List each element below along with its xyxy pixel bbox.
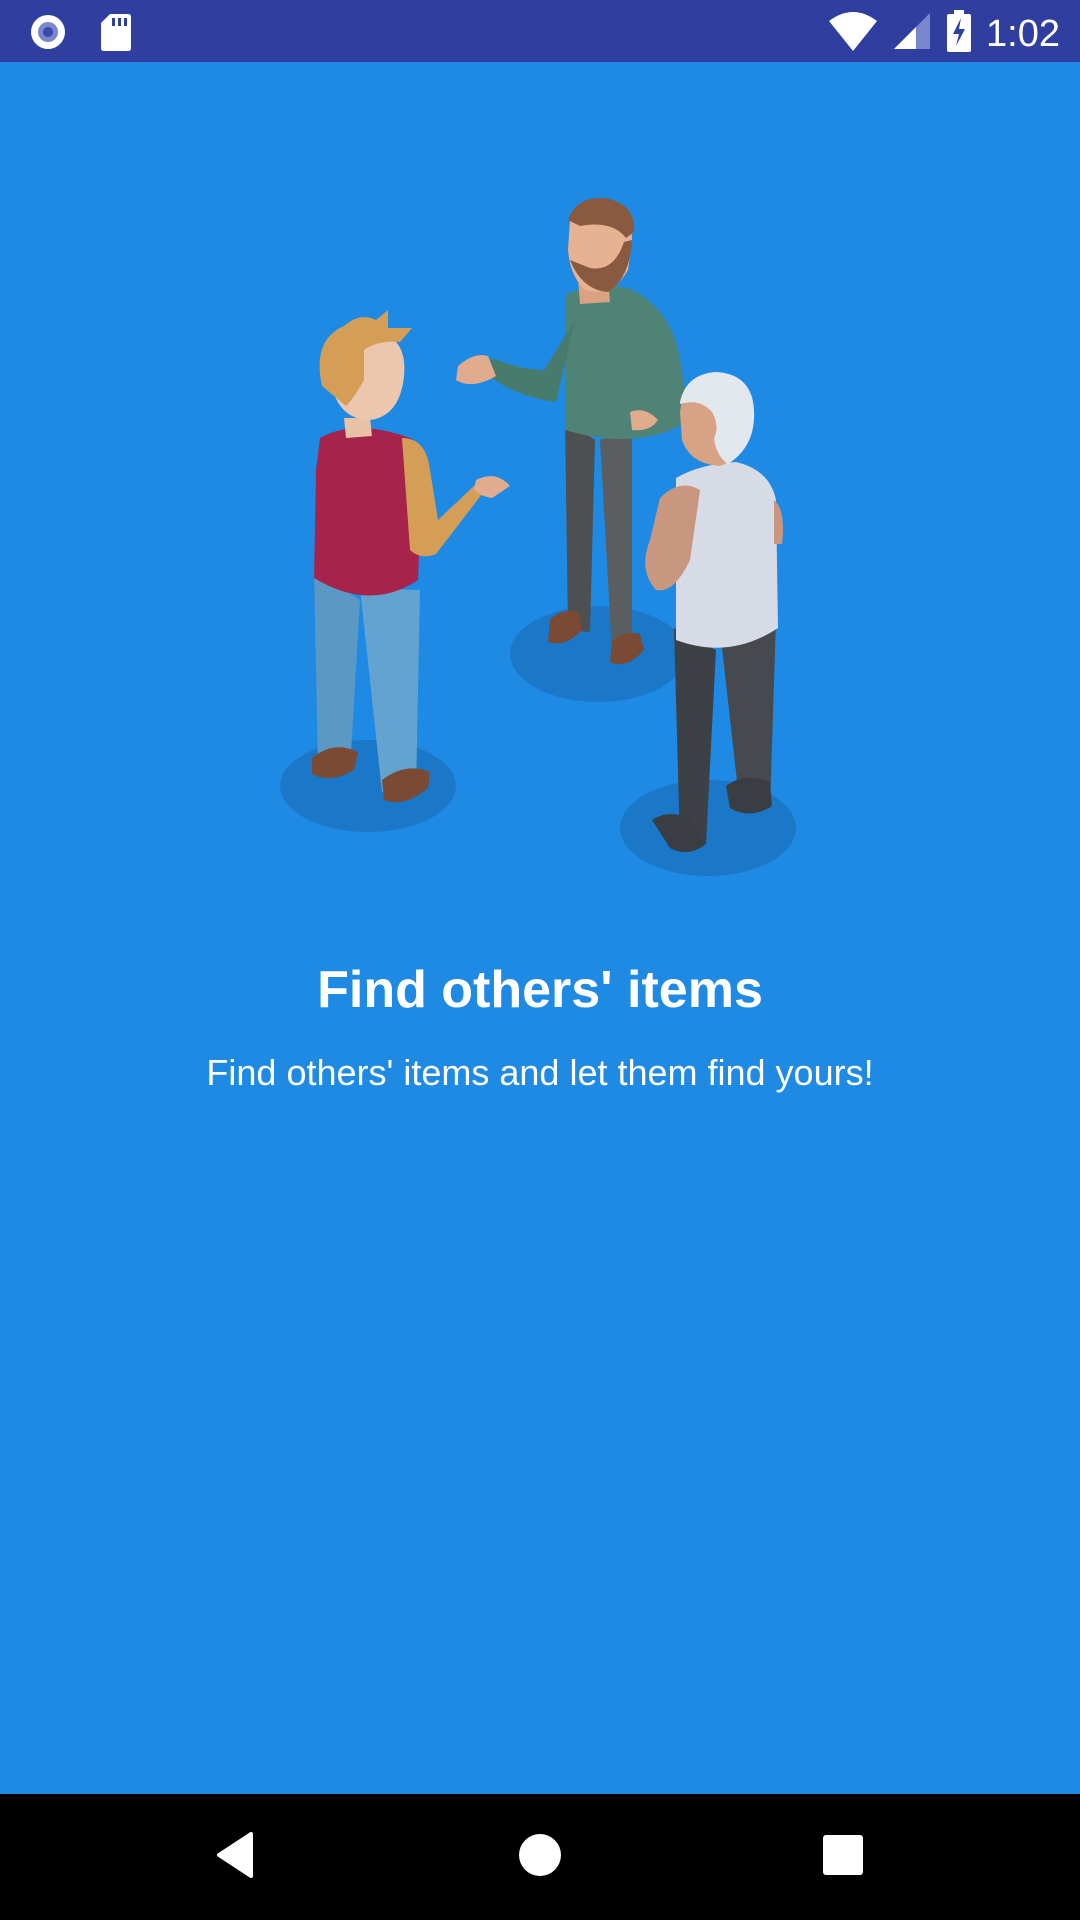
recents-icon <box>818 1830 868 1885</box>
navigation-bar <box>0 1794 1080 1920</box>
status-bar: 1:02 <box>0 0 1080 62</box>
wifi-icon <box>828 11 878 56</box>
sd-card-icon <box>100 12 132 57</box>
red-shirt-man-figure <box>312 310 510 803</box>
home-button[interactable] <box>507 1824 573 1890</box>
back-button[interactable] <box>203 1824 269 1890</box>
three-people-talking-illustration <box>260 180 820 880</box>
page-subtitle: Find others' items and let them find you… <box>206 1052 874 1093</box>
status-time: 1:02 <box>986 12 1060 55</box>
battery-charging-icon <box>946 10 972 57</box>
recents-button[interactable] <box>810 1824 876 1890</box>
back-icon <box>211 1830 261 1885</box>
page-title: Find others' items <box>317 961 763 1019</box>
cellular-signal-icon <box>892 11 932 56</box>
home-icon <box>515 1830 565 1885</box>
bearded-man-figure <box>456 197 690 665</box>
status-left-icons <box>28 12 132 57</box>
record-icon <box>28 12 68 57</box>
status-right-icons: 1:02 <box>828 10 1060 57</box>
